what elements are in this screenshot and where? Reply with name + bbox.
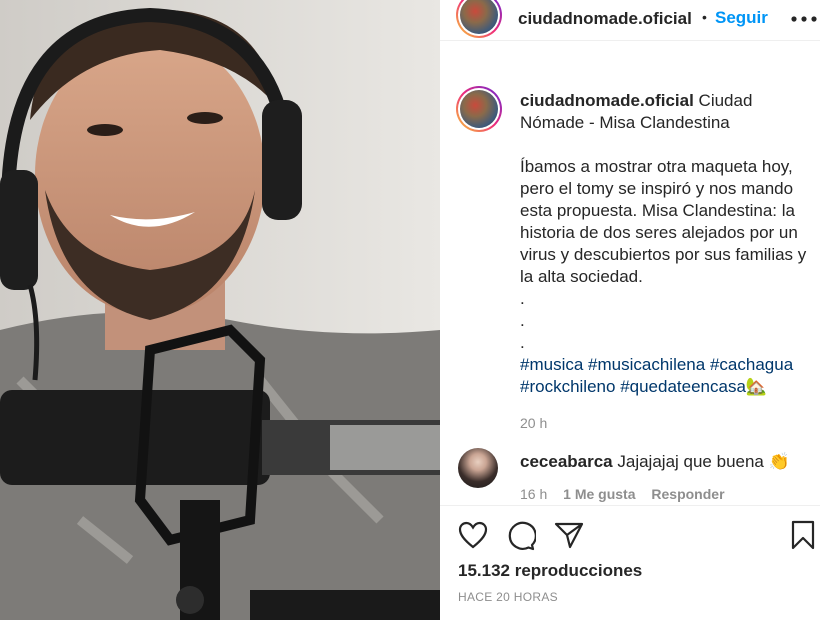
post-video[interactable]	[0, 0, 440, 620]
caption-timestamp[interactable]: 20 h	[520, 412, 820, 434]
hashtag-list: #musica #musicachilena #cachagua #rockch…	[520, 354, 820, 398]
reply-button[interactable]: Responder	[651, 486, 724, 502]
hashtag-link[interactable]: #rockchileno	[520, 377, 615, 396]
hashtag-link[interactable]: #musica	[520, 355, 583, 374]
caption-dot: .	[520, 289, 525, 308]
profile-avatar[interactable]	[456, 0, 502, 38]
post-date[interactable]: HACE 20 HORAS	[458, 590, 558, 604]
post-panel: ciudadnomade.oficial • Seguir ciudadnoma…	[440, 0, 820, 620]
header-username[interactable]: ciudadnomade.oficial	[518, 9, 692, 29]
video-frame-illustration	[0, 0, 440, 620]
bookmark-icon[interactable]	[790, 520, 816, 555]
post-header: ciudadnomade.oficial • Seguir	[440, 0, 820, 41]
hashtag-link[interactable]: #musicachilena	[588, 355, 705, 374]
comment-timestamp[interactable]: 16 h	[520, 486, 547, 502]
house-emoji-icon: 🏡	[745, 377, 768, 396]
comment-icon[interactable]	[506, 521, 537, 556]
view-count[interactable]: 15.132 reproducciones	[458, 561, 642, 581]
caption-username[interactable]: ciudadnomade.oficial	[520, 91, 694, 110]
follow-button[interactable]: Seguir	[715, 8, 768, 28]
caption-body: Íbamos a mostrar otra maqueta hoy, pero …	[520, 157, 807, 286]
header-separator: •	[702, 9, 707, 25]
comment-text-line: ceceabarca Jajajajaj que buena 👏	[520, 452, 810, 472]
actions-divider	[440, 505, 820, 506]
heart-icon[interactable]	[458, 521, 488, 554]
caption-avatar[interactable]	[456, 86, 502, 132]
comment-meta: 16 h 1 Me gusta Responder	[520, 486, 725, 502]
comment-likes[interactable]: 1 Me gusta	[563, 486, 635, 502]
caption-header: ciudadnomade.oficial Ciudad Nómade - Mis…	[520, 90, 820, 134]
caption-dot: .	[520, 333, 525, 352]
caption-dot: .	[520, 311, 525, 330]
post-caption: ciudadnomade.oficial Ciudad Nómade - Mis…	[520, 90, 820, 434]
clapping-emoji-icon: 👏	[768, 452, 790, 471]
share-icon[interactable]	[554, 521, 584, 554]
comment-text: Jajajajaj que buena	[617, 452, 764, 471]
hashtag-link[interactable]: #quedateencasa	[620, 377, 746, 396]
hashtag-link[interactable]: #cachagua	[710, 355, 793, 374]
commenter-avatar[interactable]	[458, 448, 498, 488]
action-bar	[440, 507, 820, 551]
comment-username[interactable]: ceceabarca	[520, 452, 613, 471]
more-horizontal-icon[interactable]	[790, 9, 818, 29]
